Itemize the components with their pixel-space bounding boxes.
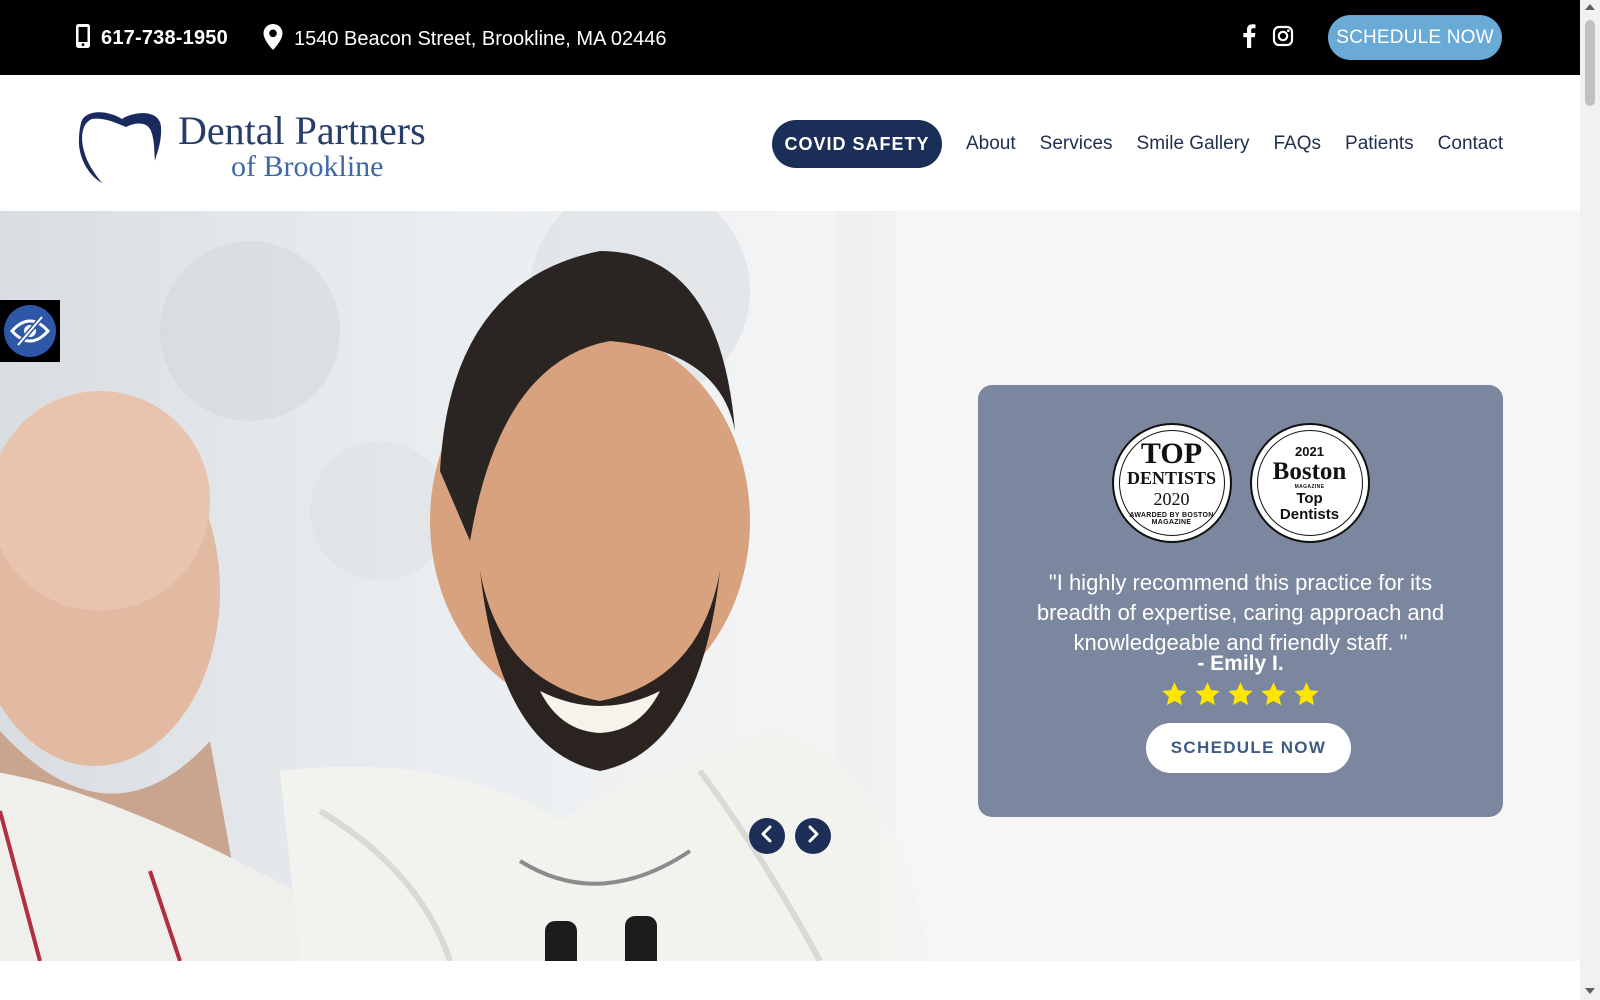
testimonial-card: TOP DENTISTS 2020 AWARDED BY BOSTON MAGA… <box>978 385 1503 817</box>
testimonial-author: - Emily I. <box>1197 652 1284 675</box>
star-icon <box>1260 681 1287 712</box>
main-nav: COVID SAFETY About Services Smile Galler… <box>772 120 1503 168</box>
nav-faqs[interactable]: FAQs <box>1274 133 1322 155</box>
badge2-line3: MAGAZINE <box>1294 483 1325 490</box>
logo-text: Dental Partners of Brookline <box>178 111 426 183</box>
top-bar: 617-738-1950 1540 Beacon Street, Brookli… <box>0 0 1580 75</box>
hero-photo-dentists <box>0 211 960 961</box>
star-rating <box>978 681 1503 712</box>
scroll-up-arrow-icon[interactable] <box>1585 4 1595 10</box>
nav-services[interactable]: Services <box>1040 133 1113 155</box>
nav-patients[interactable]: Patients <box>1345 133 1414 155</box>
address-text[interactable]: 1540 Beacon Street, Brookline, MA 02446 <box>294 28 666 51</box>
tooth-logo-icon <box>76 105 162 190</box>
address-link[interactable]: 1540 Beacon Street, Brookline, MA 02446 <box>262 23 666 56</box>
site-logo[interactable]: Dental Partners of Brookline <box>76 105 426 190</box>
badge1-line2: DENTISTS <box>1126 468 1217 488</box>
badge2-line4: Top <box>1296 489 1323 507</box>
testimonial-schedule-button[interactable]: SCHEDULE NOW <box>1146 723 1351 773</box>
photo-fade <box>860 211 960 961</box>
instagram-icon[interactable] <box>1272 25 1294 52</box>
star-icon <box>1194 681 1221 712</box>
carousel-next-button[interactable] <box>795 818 831 854</box>
badge2-line1: 2021 <box>1295 443 1324 459</box>
nav-smile-gallery[interactable]: Smile Gallery <box>1137 133 1250 155</box>
carousel-prev-button[interactable] <box>749 818 785 854</box>
social-links <box>1242 24 1294 53</box>
scrollbar-thumb[interactable] <box>1585 20 1595 106</box>
boston-top-dentists-2021-badge: 2021 Boston MAGAZINE Top Dentists <box>1249 423 1370 543</box>
nav-about[interactable]: About <box>966 133 1016 155</box>
star-icon <box>1227 681 1254 712</box>
badge1-line3: 2020 <box>1153 489 1190 509</box>
star-icon <box>1161 681 1188 712</box>
star-icon <box>1293 681 1320 712</box>
logo-line-2: of Brookline <box>231 150 384 183</box>
phone-number[interactable]: 617-738-1950 <box>101 27 228 50</box>
site-header: Dental Partners of Brookline COVID SAFET… <box>0 75 1580 211</box>
scroll-down-arrow-icon[interactable] <box>1585 988 1595 994</box>
testimonial-quote: "I highly recommend this practice for it… <box>1036 570 1445 655</box>
schedule-now-button[interactable]: SCHEDULE NOW <box>1328 15 1502 60</box>
phone-link[interactable]: 617-738-1950 <box>75 23 228 54</box>
badge1-line4: AWARDED BY BOSTON MAGAZINE <box>1129 512 1214 526</box>
badge2-line2: Boston <box>1272 457 1347 485</box>
top-dentists-2020-badge: TOP DENTISTS 2020 AWARDED BY BOSTON MAGA… <box>1111 423 1232 543</box>
phone-icon <box>75 23 91 54</box>
badge1-line1: TOP <box>1140 437 1203 470</box>
accessibility-widget-button[interactable] <box>0 300 60 362</box>
facebook-icon[interactable] <box>1242 24 1256 53</box>
chevron-left-icon <box>760 825 774 848</box>
logo-line-1: Dental Partners <box>178 108 426 153</box>
page-scrollbar[interactable] <box>1580 0 1600 1000</box>
accessibility-icon <box>4 305 56 357</box>
hero-section: TOP DENTISTS 2020 AWARDED BY BOSTON MAGA… <box>0 211 1580 961</box>
award-badges: TOP DENTISTS 2020 AWARDED BY BOSTON MAGA… <box>978 423 1503 543</box>
badge2-line5: Dentists <box>1279 505 1340 523</box>
map-pin-icon <box>262 23 284 56</box>
nav-contact[interactable]: Contact <box>1438 133 1503 155</box>
chevron-right-icon <box>806 825 820 848</box>
covid-safety-button[interactable]: COVID SAFETY <box>772 120 942 168</box>
